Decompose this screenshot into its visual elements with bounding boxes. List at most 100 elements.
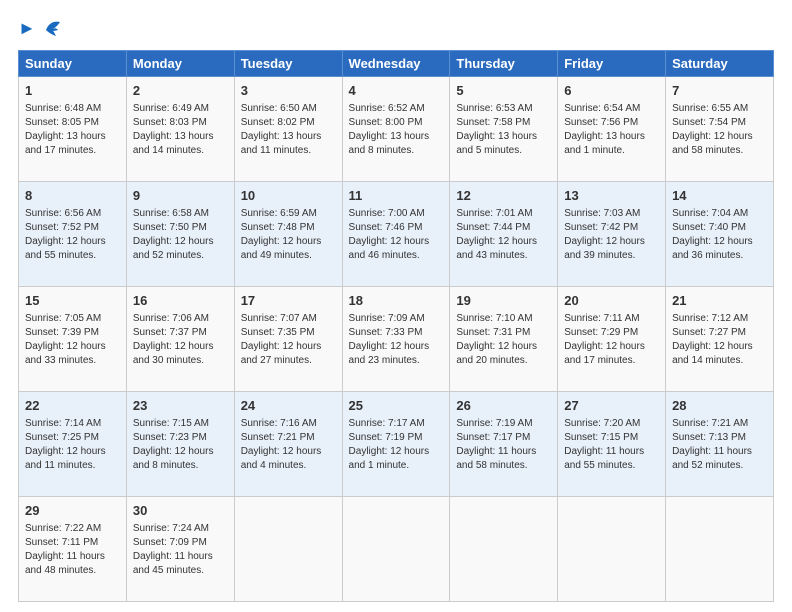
day-info: and 58 minutes. [672, 144, 767, 158]
calendar-week-row: 8Sunrise: 6:56 AMSunset: 7:52 PMDaylight… [19, 182, 774, 287]
day-number: 28 [672, 397, 767, 415]
day-info: Daylight: 11 hours [456, 445, 551, 459]
day-number: 10 [241, 187, 336, 205]
header-cell-tuesday: Tuesday [234, 51, 342, 77]
calendar-cell: 24Sunrise: 7:16 AMSunset: 7:21 PMDayligh… [234, 392, 342, 497]
day-info: Sunrise: 7:19 AM [456, 417, 551, 431]
day-number: 6 [564, 82, 659, 100]
calendar-cell: 15Sunrise: 7:05 AMSunset: 7:39 PMDayligh… [19, 287, 127, 392]
day-number: 1 [25, 82, 120, 100]
day-info: and 4 minutes. [241, 459, 336, 473]
header-cell-sunday: Sunday [19, 51, 127, 77]
day-info: Sunrise: 7:05 AM [25, 312, 120, 326]
day-info: Sunset: 7:42 PM [564, 221, 659, 235]
day-number: 5 [456, 82, 551, 100]
calendar-cell: 8Sunrise: 6:56 AMSunset: 7:52 PMDaylight… [19, 182, 127, 287]
calendar-cell: 12Sunrise: 7:01 AMSunset: 7:44 PMDayligh… [450, 182, 558, 287]
day-number: 12 [456, 187, 551, 205]
header-cell-thursday: Thursday [450, 51, 558, 77]
day-info: Sunset: 7:29 PM [564, 326, 659, 340]
day-number: 20 [564, 292, 659, 310]
day-info: Daylight: 11 hours [25, 550, 120, 564]
day-info: and 23 minutes. [349, 354, 444, 368]
day-info: and 45 minutes. [133, 564, 228, 578]
day-number: 14 [672, 187, 767, 205]
day-number: 2 [133, 82, 228, 100]
day-info: Daylight: 12 hours [25, 340, 120, 354]
day-number: 7 [672, 82, 767, 100]
day-info: Sunset: 7:27 PM [672, 326, 767, 340]
calendar-cell: 1Sunrise: 6:48 AMSunset: 8:05 PMDaylight… [19, 77, 127, 182]
day-info: Sunrise: 7:14 AM [25, 417, 120, 431]
calendar-cell [234, 497, 342, 602]
day-info: and 8 minutes. [133, 459, 228, 473]
day-info: and 1 minute. [349, 459, 444, 473]
day-info: Sunrise: 7:15 AM [133, 417, 228, 431]
day-info: Sunrise: 7:20 AM [564, 417, 659, 431]
calendar-week-row: 22Sunrise: 7:14 AMSunset: 7:25 PMDayligh… [19, 392, 774, 497]
day-info: and 27 minutes. [241, 354, 336, 368]
day-info: Daylight: 11 hours [133, 550, 228, 564]
day-info: Daylight: 12 hours [133, 340, 228, 354]
day-info: Sunset: 8:05 PM [25, 116, 120, 130]
calendar-cell: 20 Sunrise: 7:11 AMSunset: 7:29 PMDayligh… [558, 287, 666, 392]
day-info: and 14 minutes. [133, 144, 228, 158]
day-info: and 8 minutes. [349, 144, 444, 158]
day-info: Sunset: 7:21 PM [241, 431, 336, 445]
calendar-cell [558, 497, 666, 602]
calendar-header-row: SundayMondayTuesdayWednesdayThursdayFrid… [19, 51, 774, 77]
calendar-cell: 11Sunrise: 7:00 AMSunset: 7:46 PMDayligh… [342, 182, 450, 287]
day-info: Sunrise: 6:59 AM [241, 207, 336, 221]
day-info: Sunrise: 7:12 AM [672, 312, 767, 326]
day-info: Daylight: 12 hours [241, 445, 336, 459]
day-number: 15 [25, 292, 120, 310]
day-info: Sunset: 7:33 PM [349, 326, 444, 340]
day-info: and 46 minutes. [349, 249, 444, 263]
calendar-cell: 25Sunrise: 7:17 AMSunset: 7:19 PMDayligh… [342, 392, 450, 497]
day-info: Daylight: 12 hours [564, 340, 659, 354]
day-number: 19 [456, 292, 551, 310]
calendar-cell: 9Sunrise: 6:58 AMSunset: 7:50 PMDaylight… [126, 182, 234, 287]
day-info: Sunrise: 6:49 AM [133, 102, 228, 116]
day-info: Sunset: 7:25 PM [25, 431, 120, 445]
day-info: Daylight: 12 hours [349, 235, 444, 249]
day-info: Sunrise: 6:54 AM [564, 102, 659, 116]
day-info: Sunrise: 7:01 AM [456, 207, 551, 221]
calendar-week-row: 29Sunrise: 7:22 AMSunset: 7:11 PMDayligh… [19, 497, 774, 602]
day-number: 29 [25, 502, 120, 520]
day-info: Daylight: 12 hours [241, 340, 336, 354]
day-number: 23 [133, 397, 228, 415]
day-info: Sunrise: 7:11 AM [564, 312, 659, 326]
day-number: 18 [349, 292, 444, 310]
calendar-cell: 4Sunrise: 6:52 AMSunset: 8:00 PMDaylight… [342, 77, 450, 182]
logo-text: ► [18, 19, 36, 39]
day-info: Sunset: 7:40 PM [672, 221, 767, 235]
day-info: Daylight: 12 hours [672, 235, 767, 249]
day-info: Sunset: 7:35 PM [241, 326, 336, 340]
day-info: and 43 minutes. [456, 249, 551, 263]
calendar-cell [342, 497, 450, 602]
day-info: and 30 minutes. [133, 354, 228, 368]
day-info: and 1 minute. [564, 144, 659, 158]
day-info: and 58 minutes. [456, 459, 551, 473]
day-info: Daylight: 11 hours [564, 445, 659, 459]
day-info: Sunset: 7:09 PM [133, 536, 228, 550]
day-number: 11 [349, 187, 444, 205]
day-info: Sunrise: 7:16 AM [241, 417, 336, 431]
day-info: Sunset: 8:03 PM [133, 116, 228, 130]
day-info: Sunrise: 7:09 AM [349, 312, 444, 326]
day-info: Sunset: 7:23 PM [133, 431, 228, 445]
day-info: Sunset: 7:19 PM [349, 431, 444, 445]
calendar-cell: 13Sunrise: 7:03 AMSunset: 7:42 PMDayligh… [558, 182, 666, 287]
day-info: and 17 minutes. [564, 354, 659, 368]
day-info: and 11 minutes. [25, 459, 120, 473]
day-info: Sunrise: 6:48 AM [25, 102, 120, 116]
day-info: Sunrise: 7:22 AM [25, 522, 120, 536]
logo: ► [18, 18, 64, 40]
day-number: 13 [564, 187, 659, 205]
day-info: Daylight: 12 hours [349, 445, 444, 459]
calendar-cell: 14Sunrise: 7:04 AMSunset: 7:40 PMDayligh… [666, 182, 774, 287]
page-header: ► [18, 18, 774, 40]
calendar-cell: 27Sunrise: 7:20 AMSunset: 7:15 PMDayligh… [558, 392, 666, 497]
day-info: Sunset: 7:58 PM [456, 116, 551, 130]
